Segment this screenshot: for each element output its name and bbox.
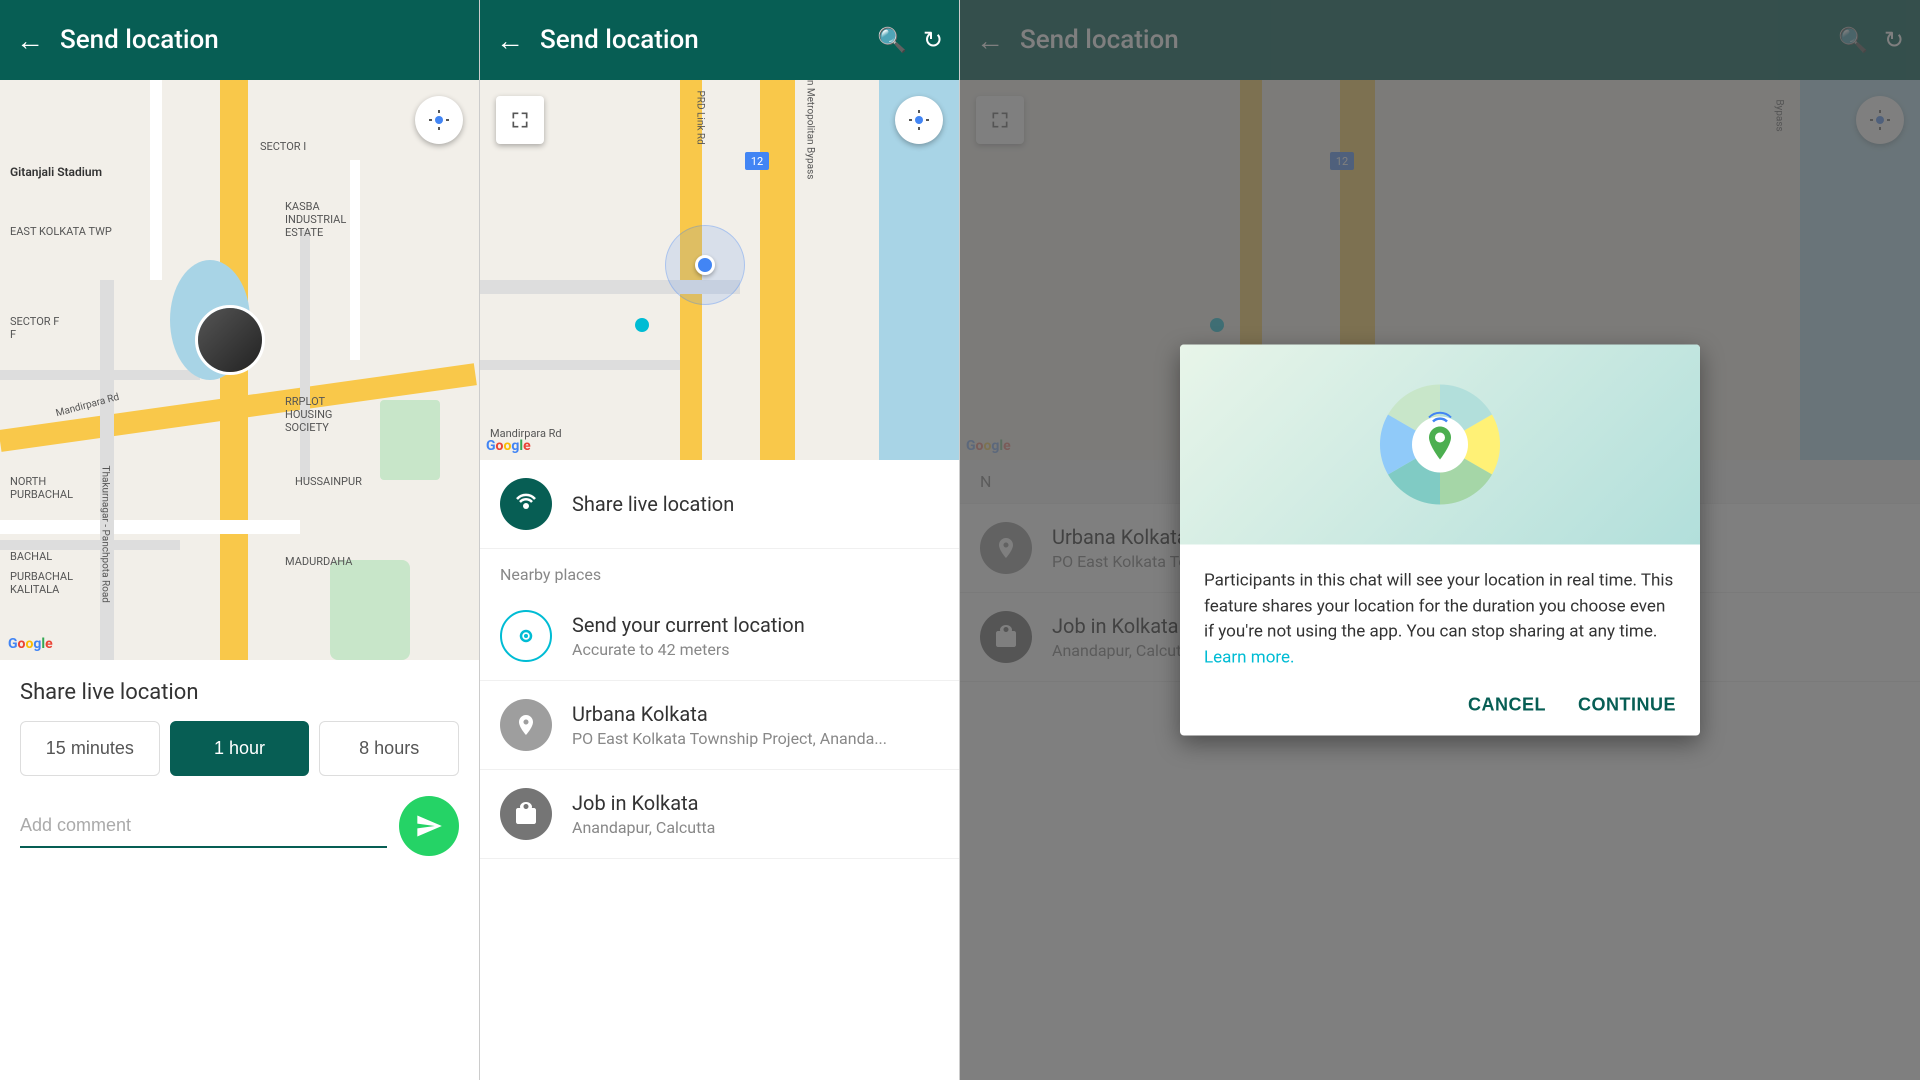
road-horiz-2: [0, 370, 200, 380]
p2-map-badge: 12: [745, 152, 769, 170]
panel-3: ← Send location 🔍 ↻ 12 Bypass: [960, 0, 1920, 1080]
urbana-subtitle: PO East Kolkata Township Project, Ananda…: [572, 729, 939, 748]
urbana-text: Urbana Kolkata PO East Kolkata Township …: [572, 702, 939, 748]
road-vert-5: [350, 160, 360, 360]
panel-1: ← Send location Gitanjali Stadium SECTOR…: [0, 0, 480, 1080]
urbana-icon: [500, 699, 552, 751]
job-icon: [500, 788, 552, 840]
send-button[interactable]: [399, 796, 459, 856]
share-live-item[interactable]: Share live location: [480, 460, 959, 549]
p2-road-label-prd: PRD Link Rd: [695, 91, 706, 145]
panel2-map: Eastern Metropolitan Bypass PRD Link Rd …: [480, 80, 959, 460]
job-text: Job in Kolkata Anandapur, Calcutta: [572, 791, 939, 837]
road-horiz-1: [0, 520, 300, 534]
share-live-title: Share live location: [20, 680, 459, 705]
p2-road-1: [760, 80, 795, 460]
p2-road-h2: [480, 360, 680, 370]
road-horiz-3: [0, 540, 180, 550]
dialog-text: Participants in this chat will see your …: [1204, 569, 1676, 671]
duration-1hour[interactable]: 1 hour: [170, 721, 310, 776]
panel1-header: ← Send location: [0, 0, 479, 80]
refresh-icon-2[interactable]: ↻: [923, 26, 943, 54]
cancel-button[interactable]: CANCEL: [1468, 695, 1546, 716]
location-button-2[interactable]: [895, 96, 943, 144]
job-item[interactable]: Job in Kolkata Anandapur, Calcutta: [480, 770, 959, 859]
current-location-text: Send your current location Accurate to 4…: [572, 613, 939, 659]
p2-blue-dot: [695, 255, 715, 275]
google-logo-1: Google: [8, 636, 53, 652]
share-live-icon: [500, 478, 552, 530]
map-label-rrplot: RRPLOTHOUSINGSOCIETY: [285, 395, 332, 434]
map-label-ekt: EAST KOLKATA TWP: [10, 225, 112, 238]
duration-buttons: 15 minutes 1 hour 8 hours: [20, 721, 459, 776]
dialog-body-text: Participants in this chat will see your …: [1204, 571, 1673, 642]
continue-button[interactable]: CONTINUE: [1578, 695, 1676, 716]
panel1-bottom: Share live location 15 minutes 1 hour 8 …: [0, 660, 479, 876]
map-label-thakur: Thakurnagar - Panchpota Road: [100, 466, 111, 603]
panel-2: ← Send location 🔍 ↻ Eastern Metropolitan…: [480, 0, 960, 1080]
p2-road-label-bypass: Eastern Metropolitan Bypass: [805, 80, 816, 179]
road-vert-4: [150, 80, 162, 280]
share-live-text: Share live location: [572, 492, 939, 516]
map-label-madurdaha: MADURDAHA: [285, 555, 352, 568]
dialog-actions: CANCEL CONTINUE: [1180, 679, 1700, 736]
map-label-hussainpur: HUSSAINPUR: [295, 475, 362, 488]
map-green-1: [330, 560, 410, 660]
current-location-item[interactable]: Send your current location Accurate to 4…: [480, 592, 959, 681]
p2-mandirpara-label: Mandirpara Rd: [490, 427, 562, 440]
dialog-illustration: [1360, 375, 1520, 515]
current-location-icon: [500, 610, 552, 662]
comment-area: [20, 796, 459, 856]
map-label-kasba: KASBAINDUSTRIALESTATE: [285, 200, 346, 239]
map-label-north-purb: NORTHPURBACHAL: [10, 475, 73, 501]
comment-input[interactable]: [20, 805, 387, 848]
panel1-map: Gitanjali Stadium SECTOR I EAST KOLKATA …: [0, 80, 479, 660]
duration-15min[interactable]: 15 minutes: [20, 721, 160, 776]
expand-button-2[interactable]: [496, 96, 544, 144]
urbana-item[interactable]: Urbana Kolkata PO East Kolkata Township …: [480, 681, 959, 770]
search-icon-2[interactable]: 🔍: [877, 26, 907, 54]
user-avatar-map: [195, 305, 265, 375]
share-location-dialog: Participants in this chat will see your …: [1180, 345, 1700, 736]
google-logo-2: Google: [486, 438, 531, 454]
map-green-2: [380, 400, 440, 480]
map-label-bachal: BACHAL: [10, 550, 52, 563]
location-button-1[interactable]: [415, 96, 463, 144]
map-label-stadium: Gitanjali Stadium: [10, 165, 102, 179]
map-label-purbachal: PURBACHALKALITALA: [10, 570, 73, 596]
job-subtitle: Anandapur, Calcutta: [572, 818, 939, 837]
dialog-learn-more-link[interactable]: Learn more.: [1204, 647, 1295, 667]
share-live-label: Share live location: [572, 492, 939, 516]
road-vert-3: [300, 230, 310, 480]
current-location-subtitle: Accurate to 42 meters: [572, 640, 939, 659]
map-label-sector-f: SECTOR FF: [10, 315, 59, 341]
urbana-title: Urbana Kolkata: [572, 702, 939, 726]
panel2-header: ← Send location 🔍 ↻: [480, 0, 959, 80]
back-button-2[interactable]: ←: [496, 24, 524, 57]
back-button-1[interactable]: ←: [16, 24, 44, 57]
dialog-image: [1180, 345, 1700, 545]
current-location-title: Send your current location: [572, 613, 939, 637]
nearby-places-label: Nearby places: [480, 549, 959, 592]
panel2-list: Share live location Nearby places Send y…: [480, 460, 959, 859]
job-title: Job in Kolkata: [572, 791, 939, 815]
dialog-body: Participants in this chat will see your …: [1180, 545, 1700, 679]
panel2-title: Send location: [540, 25, 861, 55]
duration-8hours[interactable]: 8 hours: [319, 721, 459, 776]
p2-green-dot: [635, 318, 649, 332]
map-label-sector1: SECTOR I: [260, 140, 306, 153]
panel1-title: Send location: [60, 25, 463, 55]
